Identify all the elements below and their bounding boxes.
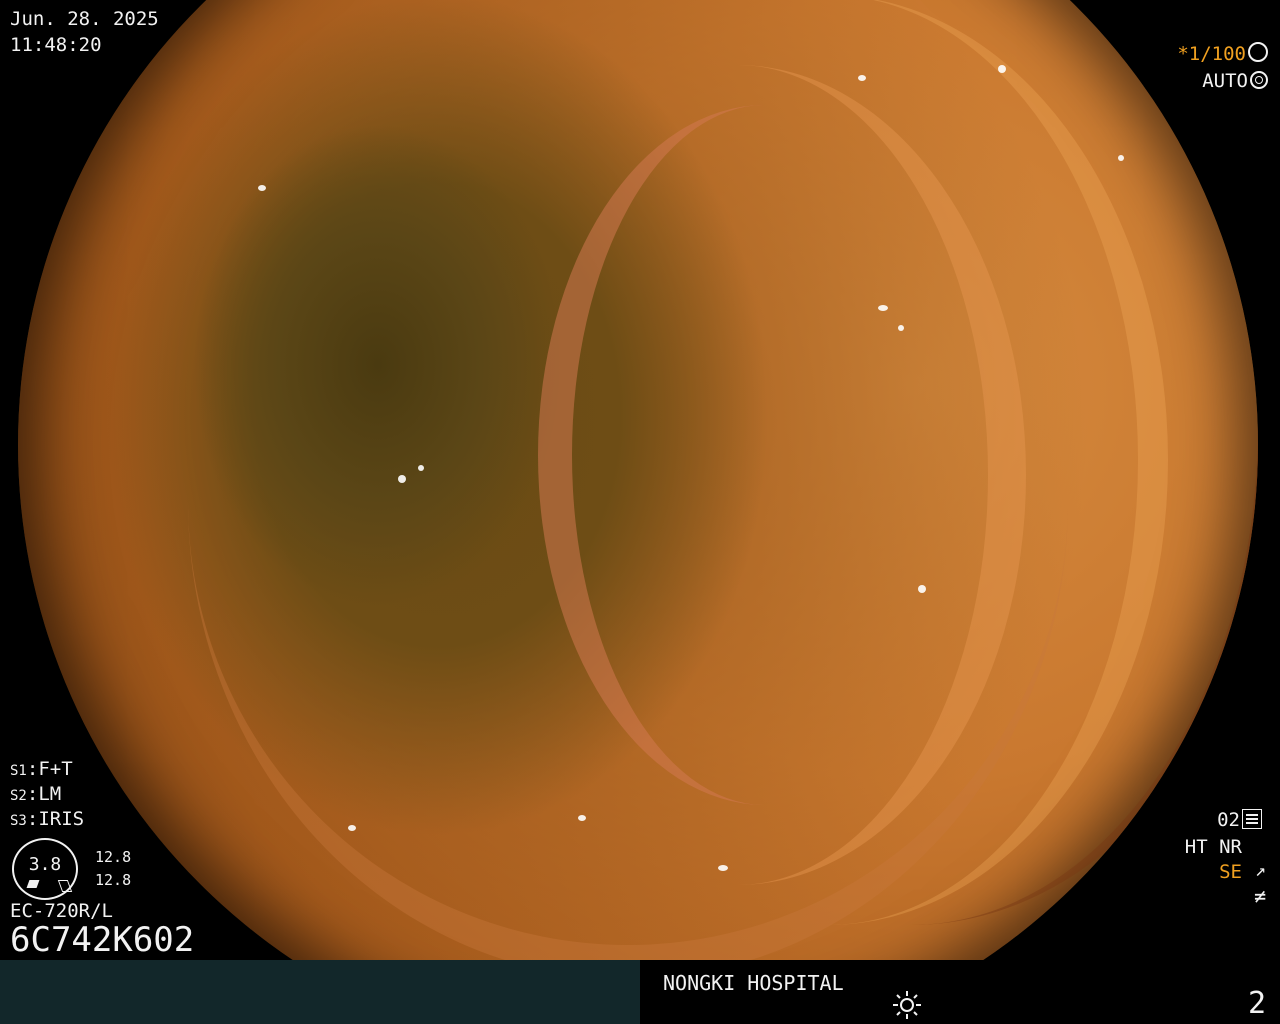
iris-icon	[1250, 71, 1268, 89]
page-number: 2	[1247, 986, 1266, 1021]
dial-lower-value: 12.8	[95, 871, 132, 889]
light-reflection	[258, 185, 266, 191]
light-reflection	[718, 865, 728, 871]
light-reflection	[878, 305, 888, 311]
switch-key: S1	[10, 763, 27, 779]
light-reflection	[578, 815, 586, 821]
o2-indicator: 02	[1217, 809, 1262, 831]
endoscopic-image	[18, 0, 1258, 1024]
settings-list-icon	[1242, 809, 1262, 829]
light-reflection	[1118, 155, 1124, 161]
dial-value: 3.8	[28, 854, 62, 875]
dial-marker-icon	[57, 880, 73, 892]
endoscopy-screen: Jun. 28. 2025 11:48:20 *1/100 AUTO S1:F+…	[0, 0, 1280, 1024]
mucosal-fold	[188, 25, 1068, 979]
scope-serial: 6C742K602	[10, 920, 195, 960]
freeze-off-icon: ≠	[1253, 884, 1266, 908]
switch-label: F+T	[38, 758, 73, 780]
light-reflection	[998, 65, 1006, 73]
dial-upper-value: 12.8	[95, 848, 132, 866]
o2-label: 02	[1217, 809, 1240, 831]
enhancement-curve-icon: ↗	[1255, 860, 1266, 881]
light-reflection	[398, 475, 406, 483]
scope-model: EC-720R/L	[10, 900, 113, 922]
iris-mode: AUTO	[1202, 70, 1268, 92]
mucosal-fold	[538, 105, 992, 805]
light-reflection	[898, 325, 904, 331]
se-indicator: SE	[1219, 861, 1242, 883]
shutter-value: *1/100	[1177, 43, 1246, 65]
ht-nr-indicator: HT NR	[1184, 836, 1242, 858]
mucosal-fold	[538, 0, 1258, 925]
time-label: 11:48:20	[10, 34, 102, 56]
brightness-icon	[893, 991, 921, 1019]
light-reflection	[348, 825, 356, 831]
date-label: Jun. 28. 2025	[10, 8, 159, 30]
light-reflection	[418, 465, 424, 471]
shutter-speed: *1/100	[1177, 42, 1268, 65]
iris-mode-value: AUTO	[1202, 70, 1248, 92]
light-reflection	[918, 585, 926, 593]
light-reflection	[858, 75, 866, 81]
mucosal-fold	[448, 65, 1026, 885]
switch-label: IRIS	[38, 808, 85, 830]
switch-label: LM	[38, 783, 62, 805]
hospital-name: NONGKI HOSPITAL	[663, 971, 844, 995]
dial-marker-icon	[26, 880, 40, 888]
aperture-icon	[1248, 42, 1268, 62]
mucosal-fold	[488, 0, 1168, 925]
switch-2-setting: S2:LM	[10, 783, 62, 805]
switch-3-setting: S3:IRIS	[10, 808, 85, 830]
switch-key: S2	[10, 788, 27, 804]
switch-1-setting: S1:F+T	[10, 758, 73, 780]
scope-dial-indicator: 3.8	[12, 838, 78, 900]
footer-bar-left	[0, 960, 640, 1024]
switch-key: S3	[10, 813, 27, 829]
